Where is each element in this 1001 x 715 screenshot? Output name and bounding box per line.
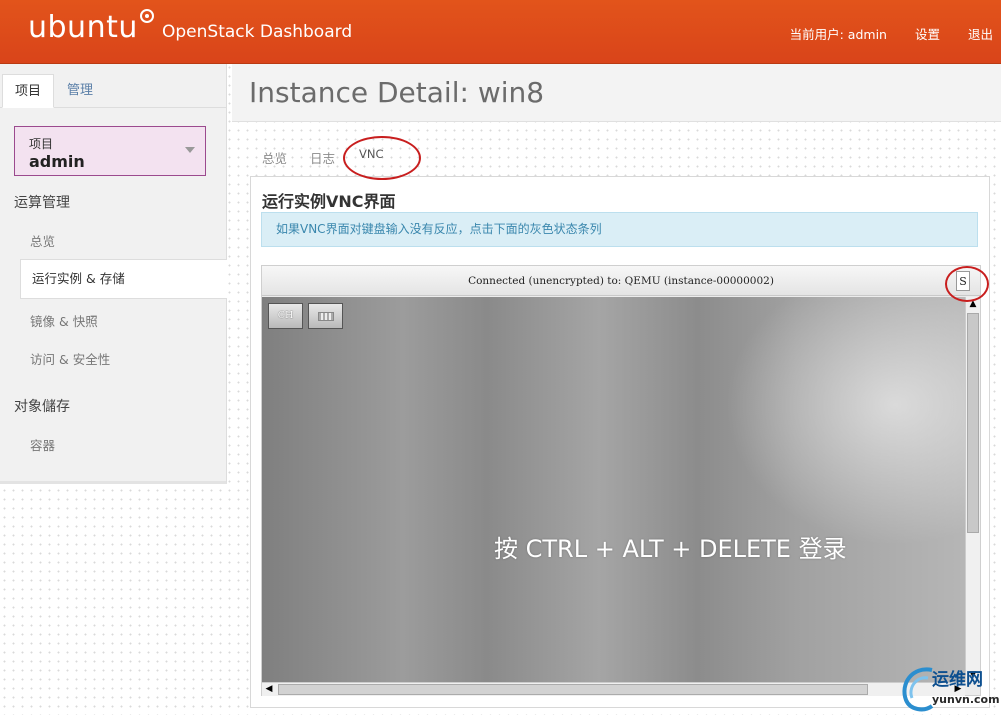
tab-project[interactable]: 项目 — [2, 74, 55, 108]
scroll-thumb[interactable] — [967, 313, 979, 533]
watermark-logo: 运维网 yunvn.com — [898, 662, 1001, 715]
settings-link[interactable]: 设置 — [915, 24, 940, 43]
scroll-up-icon[interactable]: ▲ — [966, 297, 980, 311]
login-prompt: 按 CTRL + ALT + DELETE 登录 — [494, 535, 847, 563]
page-header: Instance Detail: win8 — [232, 64, 1001, 122]
keyboard-icon — [317, 312, 334, 321]
sidebar-item-access-security[interactable]: 访问 & 安全性 — [30, 349, 110, 368]
vnc-screen[interactable]: CH 按 CTRL + ALT + DELETE 登录 — [262, 297, 965, 682]
current-user: 当前用户: admin — [789, 27, 887, 42]
nav-header-object-store: 对象儲存 — [14, 399, 70, 415]
watermark-domain: yunvn.com — [932, 693, 1000, 706]
tab-log[interactable]: 日志 — [310, 148, 335, 167]
project-switcher[interactable]: 项目 admin — [14, 126, 206, 176]
section-title: 运行实例VNC界面 — [262, 192, 396, 211]
keyboard-button[interactable] — [308, 303, 343, 329]
project-value: admin — [29, 152, 85, 171]
vnc-console[interactable]: Connected (unencrypted) to: QEMU (instan… — [261, 265, 981, 696]
user-nav: 当前用户: admin 设置 退出 — [790, 24, 993, 43]
logo-text: ubuntu — [28, 10, 138, 45]
sidebar-tabs: 项目 管理 — [0, 74, 227, 108]
chevron-down-icon — [185, 147, 195, 153]
horizontal-scrollbar[interactable]: ◀ ▶ — [262, 682, 965, 696]
tab-overview[interactable]: 总览 — [262, 148, 287, 167]
ubuntu-logo[interactable]: ubuntu — [28, 9, 154, 45]
info-alert: 如果VNC界面对键盘输入没有反应，点击下面的灰色状态条列 — [261, 212, 978, 247]
sidebar-item-containers[interactable]: 容器 — [30, 435, 55, 454]
logout-link[interactable]: 退出 — [968, 24, 993, 43]
top-navbar: ubuntu OpenStack Dashboard 当前用户: admin 设… — [0, 0, 1001, 64]
nav-header-compute: 运算管理 — [14, 195, 70, 211]
scroll-left-icon[interactable]: ◀ — [262, 683, 276, 696]
input-language-button[interactable]: CH — [268, 303, 303, 329]
send-keys-button[interactable]: S — [956, 271, 970, 291]
tab-vnc[interactable]: VNC — [359, 147, 384, 161]
vnc-status-text: Connected (unencrypted) to: QEMU (instan… — [468, 275, 774, 287]
page-title: Instance Detail: win8 — [249, 76, 545, 109]
vnc-status-bar[interactable]: Connected (unencrypted) to: QEMU (instan… — [262, 266, 980, 296]
detail-tabs: 总览 日志 VNC — [262, 147, 384, 167]
vertical-scrollbar[interactable]: ▲ ▼ — [965, 297, 980, 682]
sidebar-item-instances[interactable]: 运行实例 & 存储 — [20, 259, 227, 299]
circle-of-friends-icon — [139, 9, 154, 23]
sidebar-item-overview[interactable]: 总览 — [30, 231, 55, 250]
sidebar-item-images[interactable]: 镜像 & 快照 — [30, 311, 98, 330]
sidebar: 项目 管理 项目 admin 运算管理 总览 运行实例 & 存储 镜像 & 快照… — [0, 64, 227, 484]
project-label: 项目 — [29, 137, 54, 151]
scroll-thumb[interactable] — [278, 684, 868, 695]
tab-admin[interactable]: 管理 — [55, 74, 105, 108]
app-title: OpenStack Dashboard — [162, 22, 353, 42]
watermark-title: 运维网 — [932, 670, 983, 690]
